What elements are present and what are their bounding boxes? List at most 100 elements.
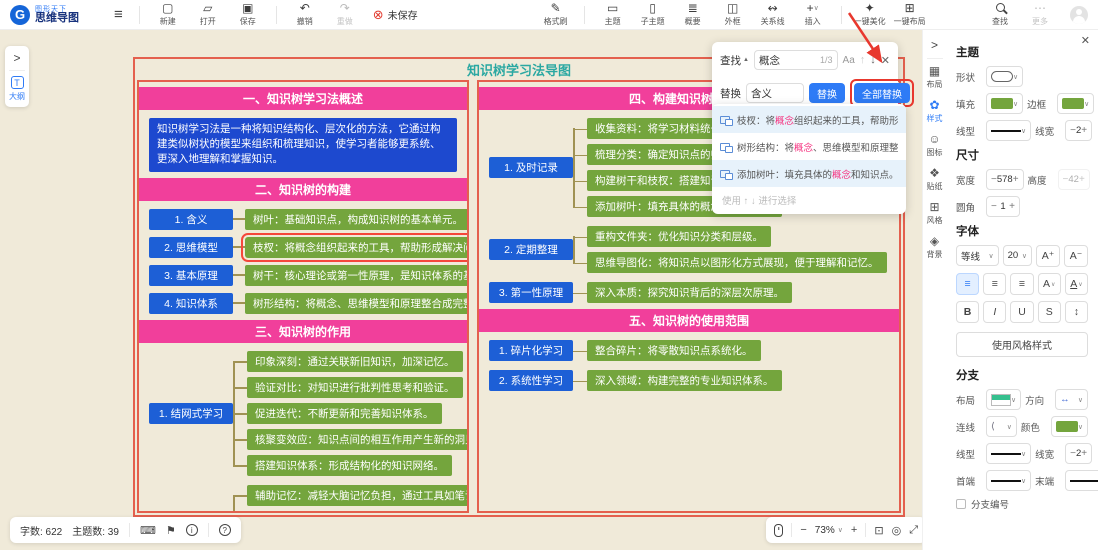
branch-layout-dropdown[interactable]: ∨ [986, 389, 1021, 410]
line-height-button[interactable]: ↕ [1065, 301, 1088, 323]
radius-stepper[interactable]: −1+ [986, 196, 1020, 217]
save-button[interactable]: ▣ 保存 [232, 2, 264, 27]
line-type-dropdown[interactable]: ∨ [986, 120, 1031, 141]
find-result-item[interactable]: 添加树叶：填充具体的概念和知识点。 [712, 160, 906, 187]
tab-layout[interactable]: ▦ 布局 [927, 65, 943, 90]
tab-theme-style[interactable]: ⊞ 风格 [927, 201, 943, 226]
map-leaf-node[interactable]: 促进迭代：不断更新和完善知识体系。 [247, 403, 442, 424]
connector-style-dropdown[interactable]: ⟨∨ [986, 416, 1017, 437]
help-icon[interactable]: ? [219, 524, 231, 536]
highlight-color-dropdown[interactable]: A∨ [1065, 273, 1088, 295]
map-topic-node[interactable]: 3. 基本原理 [149, 265, 233, 286]
branch-numbering-toggle[interactable]: 分支编号 [956, 497, 1088, 511]
fullscreen-icon[interactable]: ⤢ [909, 524, 918, 537]
map-leaf-node-selected[interactable]: 枝杈：将概念组织起来的工具，帮助形成解决问题的策略。 [245, 237, 469, 258]
expand-left-panel-icon[interactable]: > [13, 51, 20, 65]
section-heading[interactable]: 一、知识树学习法概述 [139, 87, 467, 110]
find-label[interactable]: 查找▲ [720, 53, 749, 68]
topic-button[interactable]: ▭ 主题 [597, 2, 629, 27]
find-button[interactable]: 查找 [984, 2, 1016, 27]
app-logo[interactable]: G 图形天下 思维导图 [10, 5, 106, 25]
line-start-dropdown[interactable]: ∨ [986, 470, 1031, 491]
map-topic-node[interactable]: 1. 及时记录 [489, 157, 573, 178]
map-leaf-node[interactable]: 印象深刻：通过关联新旧知识，加深记忆。 [247, 351, 463, 372]
zoom-out-icon[interactable]: − [800, 524, 806, 536]
map-leaf-node[interactable]: 验证对比：对知识进行批判性思考和验证。 [247, 377, 463, 398]
outline-button[interactable]: T 大纲 [9, 76, 25, 102]
line-width-stepper[interactable]: −2+ [1065, 120, 1092, 141]
map-topic-node[interactable]: 1. 含义 [149, 209, 233, 230]
open-button[interactable]: ▱ 打开 [192, 2, 224, 27]
next-match-icon[interactable]: ↓ [870, 54, 876, 66]
one-click-beautify-button[interactable]: ✦ 一键美化 [854, 2, 886, 27]
map-topic-node[interactable]: 2. 系统性学习 [489, 370, 573, 391]
section-heading[interactable]: 三、知识树的作用 [139, 320, 467, 343]
replace-all-button[interactable]: 全部替换 [854, 83, 910, 103]
map-topic-node[interactable]: 2. 思维模型 [149, 237, 233, 258]
font-decrease-button[interactable]: A⁻ [1064, 245, 1088, 267]
close-icon[interactable]: ✕ [881, 54, 890, 67]
map-topic-node[interactable]: 2. 外接大脑 [149, 511, 233, 513]
relation-line-button[interactable]: ↭ 关系线 [757, 2, 789, 27]
find-input[interactable] [759, 54, 820, 66]
tab-icons[interactable]: ☺ 图标 [927, 133, 943, 158]
tab-stickers[interactable]: ❖ 贴纸 [927, 167, 943, 192]
align-left-button[interactable]: ≡ [956, 273, 979, 295]
menu-icon[interactable]: ≡ [114, 6, 123, 23]
tab-background[interactable]: ◈ 背景 [927, 235, 943, 260]
map-topic-node[interactable]: 1. 结网式学习 [149, 403, 233, 424]
branch-line-width-stepper[interactable]: −2+ [1065, 443, 1092, 464]
frame-button[interactable]: ◫ 外框 [717, 2, 749, 27]
border-color-dropdown[interactable]: ∨ [1057, 93, 1094, 114]
font-color-dropdown[interactable]: A∨ [1038, 273, 1061, 295]
fill-color-dropdown[interactable]: ∨ [986, 93, 1023, 114]
italic-button[interactable]: I [983, 301, 1006, 323]
mouse-mode-icon[interactable] [774, 524, 783, 537]
zoom-in-icon[interactable]: + [851, 524, 857, 536]
branch-color-dropdown[interactable]: ∨ [1051, 416, 1088, 437]
strikethrough-button[interactable]: S [1038, 301, 1061, 323]
map-leaf-node[interactable]: 永久储存：将知识永久保存，便于回顾和搜索。 [247, 511, 469, 513]
map-leaf-node[interactable]: 核聚变效应：知识点间的相互作用产生新的洞见。 [247, 429, 469, 450]
font-family-dropdown[interactable]: 等线∨ [956, 245, 999, 266]
user-avatar[interactable] [1070, 6, 1088, 24]
map-leaf-node[interactable]: 整合碎片：将零散知识点系统化。 [587, 340, 761, 361]
replace-input[interactable] [751, 87, 799, 99]
font-increase-button[interactable]: A⁺ [1036, 245, 1060, 267]
map-leaf-node[interactable]: 重构文件夹：优化知识分类和层级。 [587, 226, 771, 247]
map-leaf-node[interactable]: 树叶：基础知识点，构成知识树的基本单元。 [245, 209, 469, 230]
prev-match-icon[interactable]: ↑ [860, 54, 866, 66]
match-case-toggle[interactable]: Aa [843, 55, 855, 66]
keyboard-shortcuts-icon[interactable]: ⌨ [140, 524, 156, 537]
close-icon[interactable]: ✕ [1081, 34, 1090, 47]
fit-screen-icon[interactable]: ⊡ [874, 524, 883, 537]
one-click-layout-button[interactable]: ⊞ 一键布局 [894, 2, 926, 27]
shape-dropdown[interactable]: ∨ [986, 66, 1023, 87]
font-size-dropdown[interactable]: 20∨ [1003, 245, 1032, 266]
map-leaf-node[interactable]: 深入领域：构建完整的专业知识体系。 [587, 370, 782, 391]
align-right-button[interactable]: ≡ [1010, 273, 1033, 295]
map-topic-node[interactable]: 1. 碎片化学习 [489, 340, 573, 361]
map-topic-node[interactable]: 3. 第一性原理 [489, 282, 573, 303]
map-leaf-node[interactable]: 思维导图化：将知识点以图形化方式展现，便于理解和记忆。 [587, 252, 887, 273]
map-intro-node[interactable]: 知识树学习法是一种将知识结构化、层次化的方法，它通过构建类似树状的模型来组织和梳… [149, 118, 457, 172]
find-result-item[interactable]: 枝杈：将概念组织起来的工具，帮助形成解决问题... [712, 106, 906, 133]
map-leaf-node[interactable]: 辅助记忆：减轻大脑记忆负担，通过工具如笔记软件记录。 [247, 485, 469, 506]
bold-button[interactable]: B [956, 301, 979, 323]
branch-direction-dropdown[interactable]: ↔∨ [1055, 389, 1088, 410]
undo-button[interactable]: ↶ 撤销 [289, 2, 321, 27]
underline-button[interactable]: U [1010, 301, 1033, 323]
map-topic-node[interactable]: 2. 定期整理 [489, 239, 573, 260]
replace-button[interactable]: 替换 [809, 83, 845, 103]
info-icon[interactable]: i [186, 524, 198, 536]
map-leaf-node[interactable]: 搭建知识体系：形成结构化的知识网络。 [247, 455, 452, 476]
insert-button[interactable]: + ∨ 插入 [797, 2, 829, 27]
find-result-item[interactable]: 树形结构：将概念、思维模型和原理整合成完整的... [712, 133, 906, 160]
center-view-icon[interactable]: ◎ [892, 524, 902, 537]
align-center-button[interactable]: ≡ [983, 273, 1006, 295]
map-topic-node[interactable]: 4. 知识体系 [149, 293, 233, 314]
line-end-dropdown[interactable]: ∨ [1065, 470, 1098, 491]
collapse-right-panel-icon[interactable]: > [931, 38, 938, 52]
width-stepper[interactable]: −578+ [986, 169, 1024, 190]
map-leaf-node[interactable]: 深入本质：探究知识背后的深层次原理。 [587, 282, 792, 303]
